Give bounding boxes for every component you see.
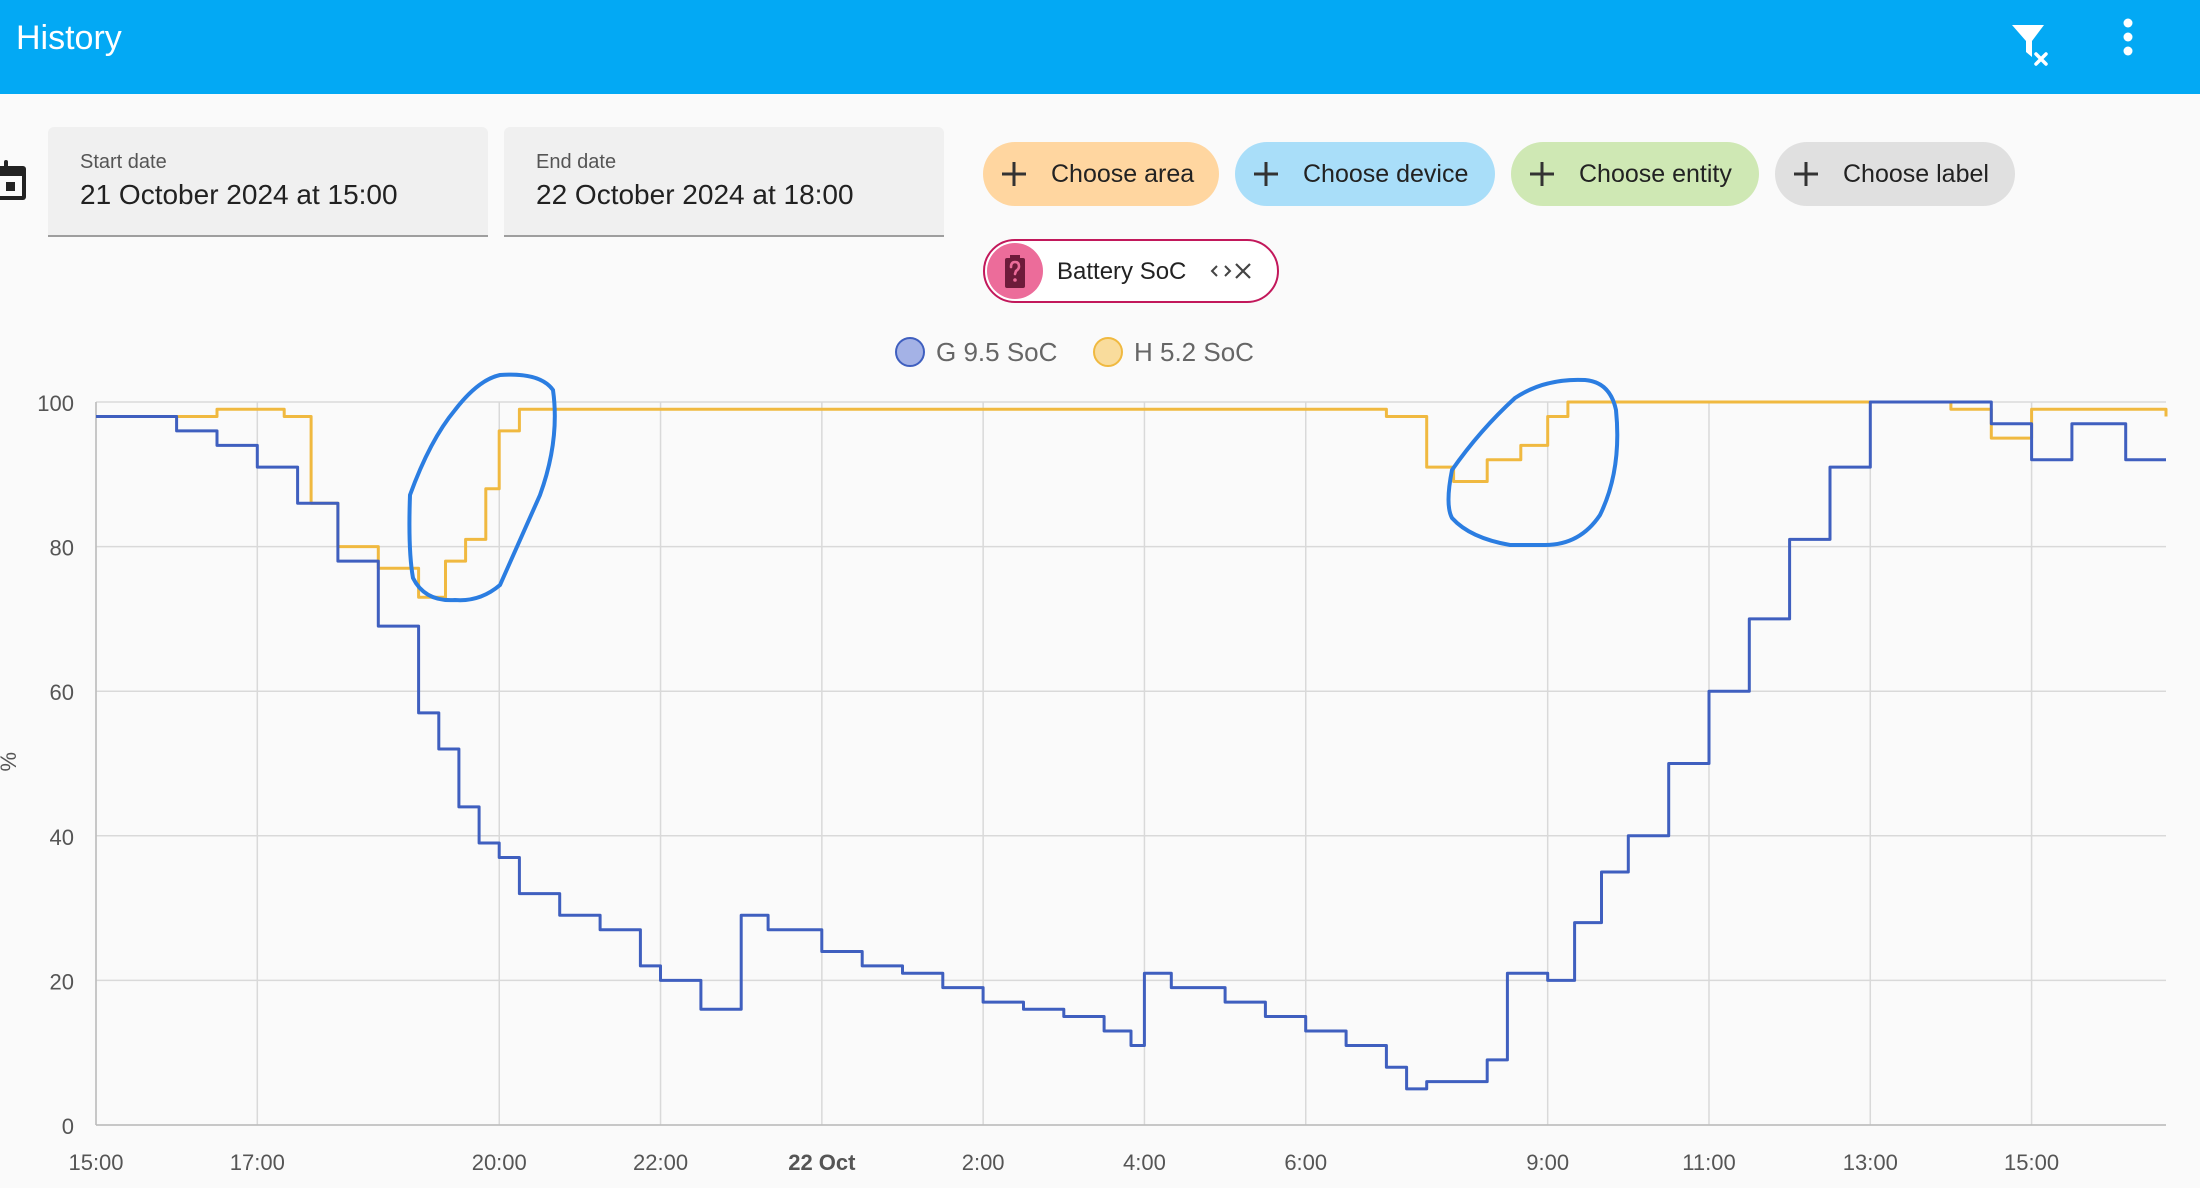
y-tick-label: 60 xyxy=(50,680,74,705)
plus-icon xyxy=(1002,162,1026,186)
top-app-bar: History xyxy=(0,0,2200,94)
x-tick-label: 4:00 xyxy=(1123,1150,1166,1175)
expand-code-icon[interactable] xyxy=(1209,261,1233,281)
legend-label: H 5.2 SoC xyxy=(1134,337,1254,367)
choose-entity-label: Choose entity xyxy=(1579,159,1732,188)
start-date-value: 21 October 2024 at 15:00 xyxy=(80,179,398,210)
close-icon[interactable] xyxy=(1231,259,1255,283)
y-tick-label: 0 xyxy=(62,1114,74,1139)
start-date-field[interactable]: Start date 21 October 2024 at 15:00 xyxy=(48,127,488,237)
choose-label-chip[interactable]: Choose label xyxy=(1775,142,2015,206)
x-tick-label: 2:00 xyxy=(962,1150,1005,1175)
x-tick-label: 22 Oct xyxy=(788,1150,856,1175)
choose-area-chip[interactable]: Choose area xyxy=(983,142,1219,206)
y-tick-label: 20 xyxy=(50,969,74,994)
x-tick-label: 17:00 xyxy=(230,1150,285,1175)
plus-icon xyxy=(1254,162,1278,186)
end-date-value: 22 October 2024 at 18:00 xyxy=(536,179,854,210)
x-tick-label: 15:00 xyxy=(68,1150,123,1175)
x-tick-label: 9:00 xyxy=(1526,1150,1569,1175)
start-date-label: Start date xyxy=(80,151,167,173)
x-tick-label: 20:00 xyxy=(472,1150,527,1175)
legend-swatch xyxy=(1093,337,1123,367)
choose-device-chip[interactable]: Choose device xyxy=(1235,142,1495,206)
choose-device-label: Choose device xyxy=(1303,159,1469,188)
legend-label: G 9.5 SoC xyxy=(936,337,1057,367)
plus-icon xyxy=(1530,162,1554,186)
calendar-icon[interactable] xyxy=(0,160,28,204)
end-date-label: End date xyxy=(536,151,617,173)
x-tick-label: 6:00 xyxy=(1284,1150,1327,1175)
choose-label-label: Choose label xyxy=(1843,159,1989,188)
history-chart: 0 20 40 60 80 100% 15:00 17:00 20:00 22:00 22 Oct 2… xyxy=(0,337,2168,1175)
clear-filters-button[interactable] xyxy=(2001,17,2061,77)
plus-icon xyxy=(1794,162,1818,186)
x-tick-label: 13:00 xyxy=(1843,1150,1898,1175)
x-tick-label: 22:00 xyxy=(633,1150,688,1175)
choose-entity-chip[interactable]: Choose entity xyxy=(1511,142,1759,206)
y-tick-label: 40 xyxy=(50,825,74,850)
chip-avatar xyxy=(987,243,1043,299)
x-tick-label: 15:00 xyxy=(2004,1150,2059,1175)
battery-soc-label: Battery SoC xyxy=(1057,258,1187,285)
series-line xyxy=(96,400,2166,1091)
filter-remove-icon xyxy=(2012,25,2048,66)
end-date-field[interactable]: End date 22 October 2024 at 18:00 xyxy=(504,127,944,237)
more-vert-icon xyxy=(2123,18,2133,56)
page-title: History xyxy=(16,19,122,57)
y-axis-unit: % xyxy=(0,752,21,772)
highlight-annotation xyxy=(1446,377,1620,547)
battery-unknown-icon xyxy=(1005,255,1025,288)
more-options-button[interactable] xyxy=(2098,17,2158,77)
y-tick-label: 100 xyxy=(37,391,74,416)
choose-area-label: Choose area xyxy=(1051,159,1195,188)
battery-soc-chip[interactable]: Battery SoC xyxy=(983,239,1279,303)
legend-swatch xyxy=(895,337,925,367)
y-tick-label: 80 xyxy=(50,536,74,561)
series-line xyxy=(96,400,2168,599)
x-tick-label: 11:00 xyxy=(1682,1150,1735,1175)
